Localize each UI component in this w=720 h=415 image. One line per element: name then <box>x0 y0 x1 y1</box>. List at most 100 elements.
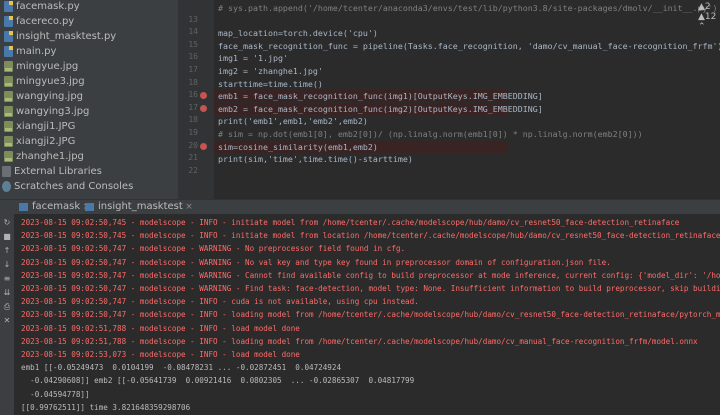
trash-icon[interactable]: ✕ <box>2 316 12 326</box>
console-line: 2023-08-15 09:02:50,747 - modelscope - I… <box>21 310 720 320</box>
code-line: sim=cosine_similarity(emb1,emb2) <box>214 140 508 153</box>
project-tree: facemask.py facereco.py insight_masktest.p… <box>0 0 178 199</box>
tree-item-label: External Libraries <box>14 166 102 177</box>
scroll-down-icon[interactable]: ↓ <box>2 260 12 270</box>
tree-item-label: wangying.jpg <box>16 91 84 102</box>
python-run-icon <box>19 203 28 211</box>
tree-item-label: zhanghe1.jpg <box>16 151 84 162</box>
tree-item-label: main.py <box>16 46 57 57</box>
inspection-warnings[interactable]: ▲2 ▲12 ⌃ <box>698 2 720 32</box>
tree-item[interactable]: facereco.py <box>0 14 178 29</box>
code-line: # sim = np.dot(emb1[0], emb2[0])/ (np.li… <box>218 129 643 139</box>
run-tab-label: facemask <box>32 201 81 212</box>
stop-icon[interactable]: ■ <box>2 232 12 242</box>
line-number: 17 <box>188 102 198 112</box>
soft-wrap-icon[interactable]: ≡ <box>2 274 12 284</box>
tree-item[interactable]: xiangji2.JPG <box>0 134 178 149</box>
image-file-icon <box>4 106 13 117</box>
code-line: starttime=time.time() <box>218 78 323 89</box>
editor-gutter: 13 14 15 16 17 18 16 17 18 19 20 21 22 <box>178 0 214 199</box>
run-tab[interactable]: insight_masktest × <box>82 200 193 214</box>
console-line: 2023-08-15 09:02:50,747 - modelscope - W… <box>21 270 720 280</box>
rerun-icon[interactable]: ↻ <box>2 218 12 228</box>
console-line: 2023-08-15 09:02:50,747 - modelscope - W… <box>21 257 611 267</box>
python-file-icon <box>4 46 13 57</box>
tree-item[interactable]: External Libraries <box>0 164 178 179</box>
code-editor[interactable]: # sys.path.append('/home/tcenter/anacond… <box>214 0 720 199</box>
run-console[interactable]: 2023-08-15 09:02:50,745 - modelscope - I… <box>14 214 720 415</box>
tree-item-label: xiangji1.JPG <box>16 121 76 132</box>
breakpoint-icon[interactable] <box>200 142 207 150</box>
run-tab[interactable]: facemask× <box>16 200 90 214</box>
python-file-icon <box>4 16 13 27</box>
image-file-icon <box>4 61 13 72</box>
tree-item-label: facereco.py <box>16 16 75 27</box>
line-number: 14 <box>188 27 198 37</box>
tree-item[interactable]: Scratches and Consoles <box>0 179 178 194</box>
run-toolbar: ↻ ■ ↑ ↓ ≡ ⇊ ⎙ ✕ <box>0 214 14 415</box>
tree-item-label: mingyue3.jpg <box>16 76 85 87</box>
tree-item-label: mingyue.jpg <box>16 61 79 72</box>
console-line: 2023-08-15 09:02:50,745 - modelscope - I… <box>21 231 720 241</box>
line-number: 17 <box>188 65 198 74</box>
code-line: img2 = 'zhanghe1.jpg' <box>218 66 323 76</box>
run-tab-label: insight_masktest <box>98 201 183 212</box>
code-line: map_location=torch.device('cpu') <box>218 28 378 39</box>
tree-item-label: facemask.py <box>16 1 80 12</box>
tree-item-label: wangying3.jpg <box>16 106 90 117</box>
line-number: 18 <box>188 77 198 87</box>
tree-item[interactable]: zhanghe1.jpg <box>0 149 178 164</box>
console-line: emb1 [[-0.05249473 0.0104199 -0.08478231… <box>21 363 342 373</box>
code-line: face_mask_recognition_func = pipeline(Ta… <box>218 40 720 51</box>
scroll-to-end-icon[interactable]: ⇊ <box>2 288 12 298</box>
code-line: emb1 = face_mask_recognition_func(img1)[… <box>214 90 543 103</box>
code-line: # sys.path.append('/home/tcenter/anacond… <box>218 3 718 13</box>
tree-item[interactable]: main.py <box>0 44 178 59</box>
image-file-icon <box>4 76 13 87</box>
line-number: 18 <box>188 115 198 125</box>
line-number: 16 <box>188 52 198 62</box>
tree-item[interactable]: xiangji1.JPG <box>0 119 178 134</box>
line-number: 16 <box>188 90 198 100</box>
console-line: 2023-08-15 09:02:51,788 - modelscope - I… <box>21 336 698 346</box>
code-line: print('emb1',emb1,'emb2',emb2) <box>218 116 368 127</box>
line-number: 22 <box>188 165 198 175</box>
console-line: 2023-08-15 09:02:50,747 - modelscope - I… <box>21 297 419 307</box>
console-line: [[0.99762511]] time 3.821648359298706 <box>21 402 191 412</box>
console-line: -0.04594778]] <box>21 389 90 399</box>
tree-item[interactable]: insight_masktest.py <box>0 29 178 44</box>
console-line: 2023-08-15 09:02:50,747 - modelscope - W… <box>21 284 720 293</box>
breakpoint-icon[interactable] <box>200 104 207 112</box>
scroll-up-icon[interactable]: ↑ <box>2 246 12 256</box>
console-line: 2023-08-15 09:02:50,747 - modelscope - W… <box>21 244 406 254</box>
scratches-icon <box>2 181 11 192</box>
breakpoint-icon[interactable] <box>200 92 207 100</box>
run-tab-bar: facemask×insight_masktest× <box>0 199 720 214</box>
tree-item[interactable]: facemask.py <box>0 0 178 14</box>
tree-item-label: Scratches and Consoles <box>14 181 134 192</box>
console-line: 2023-08-15 09:02:50,745 - modelscope - I… <box>21 218 680 227</box>
line-number: 19 <box>188 128 198 137</box>
tree-item[interactable]: wangying.jpg <box>0 89 178 104</box>
line-number: 15 <box>188 39 198 49</box>
image-file-icon <box>4 136 13 147</box>
tree-item[interactable]: mingyue.jpg <box>0 59 178 74</box>
image-file-icon <box>4 151 13 162</box>
image-file-icon <box>4 91 13 102</box>
python-file-icon <box>4 1 13 12</box>
tree-item[interactable]: mingyue3.jpg <box>0 74 178 89</box>
console-line: 2023-08-15 09:02:51,788 - modelscope - I… <box>21 323 300 333</box>
code-line: img1 = '1.jpg' <box>218 53 288 64</box>
tree-item[interactable]: wangying3.jpg <box>0 104 178 119</box>
python-run-icon <box>85 203 94 211</box>
line-number: 21 <box>188 153 198 163</box>
console-line: -0.04290608]] emb2 [[-0.05641739 0.00921… <box>21 376 415 386</box>
tree-item-label: insight_masktest.py <box>16 31 117 42</box>
code-line: emb2 = face_mask_recognition_func(img2)[… <box>214 102 543 115</box>
python-file-icon <box>4 31 13 42</box>
image-file-icon <box>4 121 13 132</box>
code-line: print(sim,'time',time.time()-starttime) <box>218 154 413 165</box>
close-icon[interactable]: × <box>185 200 193 214</box>
print-icon[interactable]: ⎙ <box>2 302 12 312</box>
tree-item-label: xiangji2.JPG <box>16 136 76 147</box>
